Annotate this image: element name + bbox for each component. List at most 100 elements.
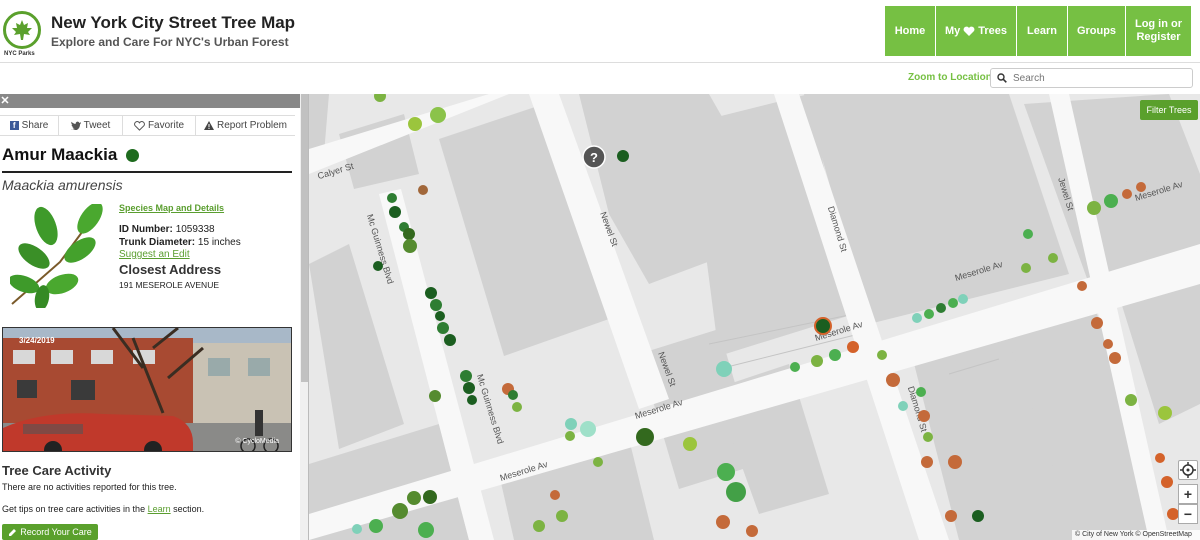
tree-marker[interactable] [1087,201,1101,215]
tree-marker[interactable] [1021,263,1031,273]
nav-groups[interactable]: Groups [1068,6,1126,56]
nyc-parks-logo[interactable] [3,11,41,49]
tree-marker[interactable] [565,431,575,441]
tree-marker[interactable] [423,490,437,504]
tree-marker[interactable] [460,370,472,382]
tree-marker[interactable] [936,303,946,313]
tree-marker[interactable] [746,525,758,537]
tree-marker[interactable] [407,491,421,505]
tree-marker[interactable] [369,519,383,533]
map-attribution[interactable]: © City of New York © OpenStreetMap [1072,530,1200,540]
species-map-link[interactable]: Species Map and Details [119,203,224,213]
tree-marker[interactable] [593,457,603,467]
tree-marker[interactable] [898,401,908,411]
tree-marker[interactable] [948,455,962,469]
tree-marker[interactable] [1125,394,1137,406]
nav-learn[interactable]: Learn [1017,6,1068,56]
tree-marker[interactable] [389,206,401,218]
tree-marker[interactable] [617,150,629,162]
favorite-button[interactable]: Favorite [123,116,196,135]
tree-marker[interactable] [1158,406,1172,420]
tree-marker[interactable] [945,510,957,522]
tree-marker[interactable] [886,373,900,387]
tree-marker[interactable] [373,261,383,271]
tree-marker[interactable] [467,395,477,405]
street-view-photo[interactable]: 3/24/2019 © CycloMedia [2,327,292,452]
nav-my-trees[interactable]: My Trees [936,6,1017,56]
tree-markers[interactable]: ? [309,94,1200,540]
tree-marker[interactable] [716,361,732,377]
tree-marker[interactable] [425,287,437,299]
tree-marker[interactable] [512,402,522,412]
tree-marker[interactable] [717,463,735,481]
zoom-in-button[interactable]: + [1178,484,1198,504]
tree-map[interactable]: Calyer St Mc Guinness Blvd Mc Guinness B… [309,94,1200,540]
close-icon[interactable]: ✕ [0,95,10,107]
tree-marker[interactable] [387,193,397,203]
tree-marker[interactable] [726,482,746,502]
tree-marker[interactable] [430,299,442,311]
tree-marker[interactable] [948,298,958,308]
tree-marker[interactable] [912,313,922,323]
tree-marker[interactable] [374,94,386,102]
tree-marker[interactable] [403,239,417,253]
tree-marker[interactable] [1091,317,1103,329]
tree-marker[interactable] [556,510,568,522]
selected-tree-marker[interactable] [814,317,832,335]
nav-home[interactable]: Home [885,6,936,56]
zoom-to-location-link[interactable]: Zoom to Location [908,72,992,83]
suggest-edit-link[interactable]: Suggest an Edit [119,249,190,260]
panel-scrollbar[interactable] [300,94,308,540]
tree-marker[interactable] [403,228,415,240]
tree-marker[interactable] [1161,476,1173,488]
locate-me-button[interactable] [1178,460,1198,480]
tree-marker[interactable] [921,456,933,468]
tree-marker[interactable] [352,524,362,534]
tree-marker[interactable] [847,341,859,353]
learn-link[interactable]: Learn [148,504,171,514]
tree-marker[interactable] [829,349,841,361]
tree-marker[interactable] [444,334,456,346]
tree-marker[interactable] [437,322,449,334]
tree-marker[interactable] [508,390,518,400]
tree-marker[interactable] [1077,281,1087,291]
tree-marker[interactable] [1155,453,1165,463]
tree-marker[interactable] [533,520,545,532]
tree-marker[interactable] [1048,253,1058,263]
tree-marker[interactable] [811,355,823,367]
tree-marker[interactable] [923,432,933,442]
tree-marker[interactable] [636,428,654,446]
tree-marker[interactable] [550,490,560,500]
tree-marker[interactable] [972,510,984,522]
tree-marker[interactable] [1104,194,1118,208]
tree-marker[interactable] [1122,189,1132,199]
tree-marker[interactable] [565,418,577,430]
tree-marker[interactable] [790,362,800,372]
tweet-button[interactable]: Tweet [59,116,123,135]
tree-marker[interactable] [392,503,408,519]
tree-marker[interactable] [430,107,446,123]
record-care-button[interactable]: Record Your Care [2,524,98,540]
tree-marker[interactable] [924,309,934,319]
nav-login-register[interactable]: Log in or Register [1126,6,1191,56]
tree-marker[interactable] [918,410,930,422]
tree-marker[interactable] [435,311,445,321]
tree-marker[interactable] [418,185,428,195]
search-box[interactable] [990,68,1193,88]
tree-marker[interactable] [1103,339,1113,349]
tree-marker[interactable] [1136,182,1146,192]
tree-marker[interactable] [683,437,697,451]
share-button[interactable]: f Share [0,116,59,135]
scrollbar-thumb[interactable] [301,94,308,382]
tree-marker[interactable] [418,522,434,538]
unknown-species-marker[interactable]: ? [582,145,606,169]
tree-marker[interactable] [916,387,926,397]
tree-marker[interactable] [580,421,596,437]
tree-marker[interactable] [716,515,730,529]
report-problem-button[interactable]: Report Problem [196,116,295,135]
search-input[interactable] [1013,71,1183,85]
tree-marker[interactable] [1023,229,1033,239]
tree-marker[interactable] [958,294,968,304]
tree-marker[interactable] [877,350,887,360]
tree-marker[interactable] [463,382,475,394]
